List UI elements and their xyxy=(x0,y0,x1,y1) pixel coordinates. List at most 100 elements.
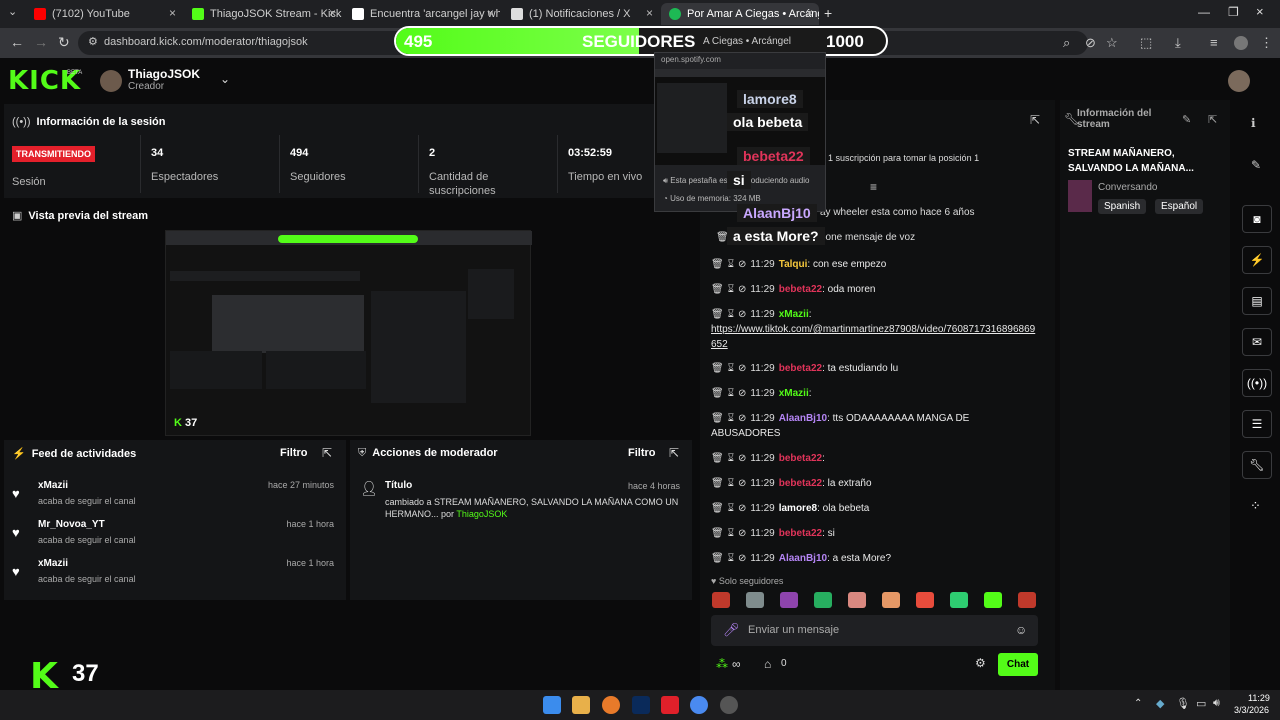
ban-icon[interactable]: ⊘ xyxy=(738,388,746,399)
emote-icon[interactable] xyxy=(1018,592,1036,608)
menu-icon[interactable]: ⋮ xyxy=(1260,35,1273,51)
emote-icon[interactable] xyxy=(950,592,968,608)
wrench-button[interactable]: 🔧︎ xyxy=(1242,451,1272,479)
apps-icon[interactable]: ⁘ xyxy=(1250,498,1261,514)
close-icon[interactable]: × xyxy=(169,6,176,20)
chat-username[interactable]: bebeta22 xyxy=(779,478,822,489)
emote-icon[interactable] xyxy=(746,592,764,608)
trash-icon[interactable]: 🗑︎ xyxy=(711,413,724,424)
tab-tiktok[interactable]: Encuentra 'arcangel jay wheeler × xyxy=(344,3,500,25)
file-explorer-icon[interactable] xyxy=(572,696,590,714)
ban-icon[interactable]: ⊘ xyxy=(738,363,746,374)
clock-time[interactable]: 11:29 xyxy=(1248,693,1270,703)
microphone-icon[interactable]: 🎤︎ xyxy=(723,622,740,638)
lightning-button[interactable]: ⚡ xyxy=(1242,246,1272,274)
timeout-icon[interactable]: ⌛︎ xyxy=(728,453,734,464)
close-icon[interactable]: × xyxy=(646,6,653,20)
timeout-icon[interactable]: ⌛︎ xyxy=(728,553,734,564)
back-icon[interactable]: ← xyxy=(10,34,24,50)
timeout-icon[interactable]: ⌛︎ xyxy=(728,388,734,399)
tray-network-icon[interactable]: ▭ xyxy=(1196,697,1206,710)
mod-action-user[interactable]: ThiagoJSOK xyxy=(456,509,507,519)
camera-button[interactable]: ◙ xyxy=(1242,205,1272,233)
photoshop-icon[interactable] xyxy=(632,696,650,714)
timeout-icon[interactable]: ⌛︎ xyxy=(728,528,734,539)
windows-start-icon[interactable] xyxy=(543,696,561,714)
chevron-down-icon[interactable]: ⌄ xyxy=(220,72,230,86)
tab-spotify[interactable]: Por Amar A Ciegas • Arcáng × xyxy=(661,3,819,25)
tag-espanol[interactable]: Español xyxy=(1155,199,1204,214)
stream-preview-video[interactable]: K 37 xyxy=(165,230,532,436)
pencil-icon[interactable]: ✎ xyxy=(1251,158,1261,172)
timeout-icon[interactable]: ⌛︎ xyxy=(728,309,734,320)
chat-username[interactable]: bebeta22 xyxy=(779,528,822,539)
chat-username[interactable]: lamore8 xyxy=(779,503,817,514)
edit-icon[interactable]: ✎ xyxy=(1182,113,1191,126)
ban-icon[interactable]: ⊘ xyxy=(738,413,746,424)
emote-icon[interactable] xyxy=(916,592,934,608)
settings-gear-icon[interactable]: ⚙ xyxy=(975,656,986,670)
tray-mic-icon[interactable]: 🎙︎ xyxy=(1176,697,1190,710)
bookmark-star-icon[interactable]: ☆ xyxy=(1106,35,1118,51)
timeout-icon[interactable]: ⌛︎ xyxy=(728,478,734,489)
reload-icon[interactable]: ↻ xyxy=(58,34,70,51)
tab-search-icon[interactable]: ⌄ xyxy=(8,5,17,18)
points-icon[interactable]: ⁂ xyxy=(716,657,728,671)
timeout-icon[interactable]: ⌛︎ xyxy=(728,259,734,270)
ban-icon[interactable]: ⊘ xyxy=(738,284,746,295)
feed-filter-button[interactable]: Filtro xyxy=(280,447,308,459)
wps-icon[interactable] xyxy=(661,696,679,714)
ban-icon[interactable]: ⊘ xyxy=(738,528,746,539)
emote-icon[interactable] xyxy=(848,592,866,608)
broadcast-button[interactable]: ((•)) xyxy=(1242,369,1272,397)
trash-icon[interactable]: 🗑︎ xyxy=(711,259,724,270)
send-chat-button[interactable]: Chat xyxy=(998,653,1038,676)
trash-icon[interactable]: 🗑︎ xyxy=(711,453,724,464)
ban-icon[interactable]: ⊘ xyxy=(738,478,746,489)
trash-icon[interactable]: 🗑︎ xyxy=(711,503,724,514)
emoji-icon[interactable]: ☺ xyxy=(1015,623,1027,637)
trash-icon[interactable]: 🗑︎ xyxy=(711,388,724,399)
timeout-icon[interactable]: ⌛︎ xyxy=(728,363,734,374)
timeout-icon[interactable]: ⌛︎ xyxy=(728,413,734,424)
ban-icon[interactable]: ⊘ xyxy=(738,453,746,464)
timeout-icon[interactable]: ⌛︎ xyxy=(728,503,734,514)
popout-icon[interactable]: ⇱ xyxy=(1030,113,1040,127)
tray-app-icon[interactable]: ◆ xyxy=(1156,697,1164,710)
tray-volume-icon[interactable]: 🔊︎ xyxy=(1213,697,1220,710)
popout-icon[interactable]: ⇱ xyxy=(322,446,332,460)
chat-username[interactable]: AlaanBj10 xyxy=(779,553,827,564)
emote-icon[interactable] xyxy=(984,592,1002,608)
trash-icon[interactable]: 🗑︎ xyxy=(711,478,724,489)
download-icon[interactable]: ⤓ xyxy=(1175,35,1181,51)
tab-x[interactable]: (1) Notificaciones / X × xyxy=(503,3,659,25)
chat-username[interactable]: bebeta22 xyxy=(779,284,822,295)
trash-icon[interactable]: 🗑︎ xyxy=(711,309,724,320)
new-tab-icon[interactable]: + xyxy=(824,5,832,21)
chat-username[interactable]: xMazii xyxy=(779,388,809,399)
ban-icon[interactable]: ⊘ xyxy=(738,259,746,270)
trash-icon[interactable]: 🗑︎ xyxy=(711,284,724,295)
trash-icon[interactable]: 🗑︎ xyxy=(711,363,724,374)
close-icon[interactable]: × xyxy=(806,6,813,20)
document-button[interactable]: ▤ xyxy=(1242,287,1272,315)
trash-icon[interactable]: 🗑︎ xyxy=(711,528,724,539)
minimize-icon[interactable]: — xyxy=(1198,5,1210,19)
chat-link[interactable]: https://www.tiktok.com/@martinmartinez87… xyxy=(711,322,1036,352)
feed-item-name[interactable]: xMazii xyxy=(38,558,68,569)
ban-icon[interactable]: ⊘ xyxy=(738,309,746,320)
emote-icon[interactable] xyxy=(882,592,900,608)
user-avatar[interactable] xyxy=(1228,70,1250,92)
obs-icon[interactable] xyxy=(720,696,738,714)
feed-item-name[interactable]: Mr_Novoa_YT xyxy=(38,519,105,530)
tray-chevron-icon[interactable]: ⌃ xyxy=(1134,698,1142,709)
tab-kick-dashboard[interactable]: ThiagoJSOK Stream - Kick Dashb × xyxy=(184,3,342,25)
ban-icon[interactable]: ⊘ xyxy=(738,553,746,564)
media-icon[interactable]: ≡ xyxy=(1210,35,1218,50)
list-button[interactable]: ☰ xyxy=(1242,410,1272,438)
ban-icon[interactable]: ⊘ xyxy=(738,503,746,514)
blender-icon[interactable] xyxy=(602,696,620,714)
feed-item-name[interactable]: xMazii xyxy=(38,480,68,491)
extensions-icon[interactable]: ⬚ xyxy=(1140,35,1152,51)
window-close-icon[interactable]: × xyxy=(1256,4,1264,19)
